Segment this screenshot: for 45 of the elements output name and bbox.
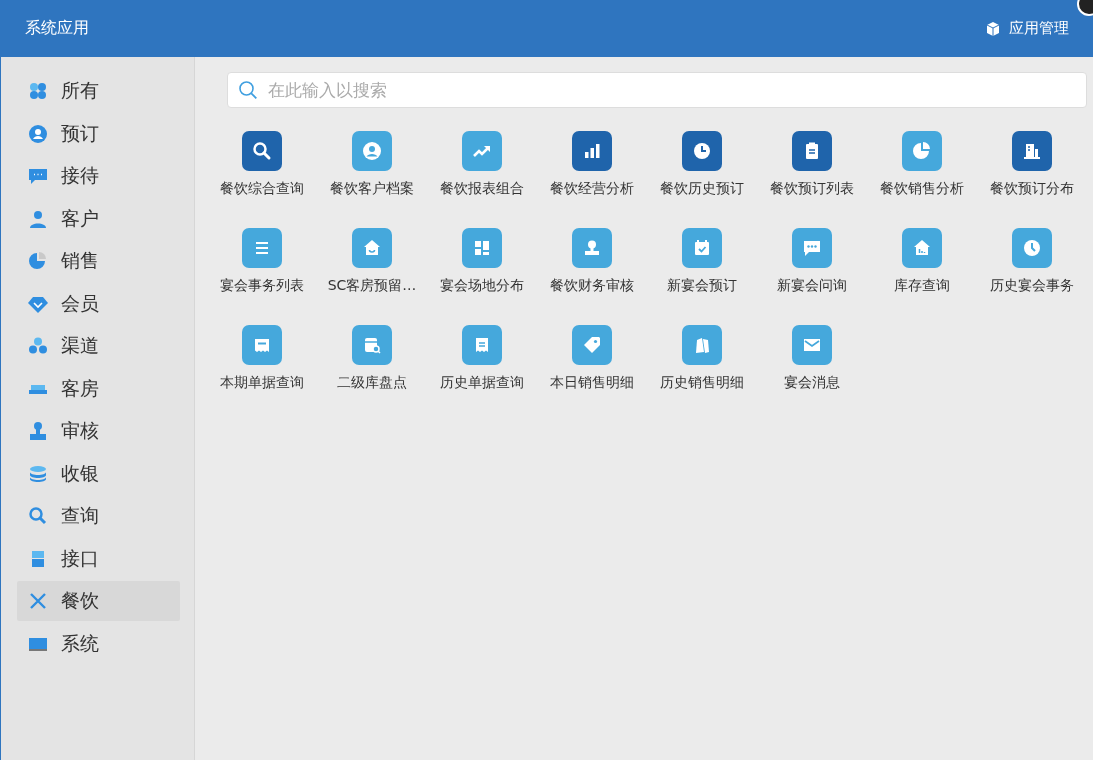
app-tile[interactable]: 餐饮客户档案 [317, 131, 427, 214]
app-tile[interactable]: 餐饮历史预订 [647, 131, 757, 214]
app-tile[interactable]: 餐饮经营分析 [537, 131, 647, 214]
person-circle-icon [27, 122, 49, 145]
sidebar-item[interactable]: 接口 [17, 538, 180, 579]
app-tile[interactable]: 餐饮财务审核 [537, 228, 647, 311]
sidebar-item[interactable]: 客房 [17, 368, 180, 409]
search-icon [27, 505, 49, 527]
app-tile[interactable]: 餐饮综合查询 [207, 131, 317, 214]
app-tile[interactable]: 餐饮预订分布 [977, 131, 1087, 214]
app-tile[interactable]: 二级库盘点 [317, 325, 427, 408]
sidebar-item[interactable]: 接待 [17, 156, 180, 196]
window-title: 系统应用 [25, 18, 89, 39]
cube-icon [985, 20, 1001, 37]
sidebar-item[interactable]: 所有 [17, 71, 180, 111]
stamp-icon [27, 420, 49, 442]
app-tile[interactable]: 新宴会问询 [757, 228, 867, 311]
app-tile[interactable]: 历史销售明细 [647, 325, 757, 408]
sidebar-item[interactable]: 查询 [17, 496, 180, 536]
app-tile[interactable]: 宴会消息 [757, 325, 867, 408]
search-field[interactable]: 在此输入以搜索 [227, 72, 1087, 108]
sidebar-item[interactable]: 会员 [17, 283, 180, 324]
sidebar-item[interactable]: 餐饮 [17, 581, 180, 621]
four-petal-icon [27, 80, 49, 102]
sidebar-item[interactable]: 预订 [17, 113, 180, 154]
sidebar-item[interactable]: 渠道 [17, 326, 180, 366]
app-tile[interactable]: 宴会事务列表 [207, 228, 317, 311]
app-tile[interactable]: 餐饮预订列表 [757, 131, 867, 214]
app-tile[interactable]: 本期单据查询 [207, 325, 317, 408]
app-tile[interactable]: SC客房预留… [317, 228, 427, 311]
app-tile[interactable]: 历史宴会事务 [977, 228, 1087, 311]
app-tile[interactable]: 新宴会预订 [647, 228, 757, 311]
app-tile[interactable]: 本日销售明细 [537, 325, 647, 408]
sidebar-item[interactable]: 客户 [17, 198, 180, 239]
sidebar-item[interactable]: 销售 [17, 241, 180, 281]
app-tile[interactable]: 餐饮报表组合 [427, 131, 537, 214]
app-tile[interactable]: 餐饮销售分析 [867, 131, 977, 214]
sidebar-item[interactable]: 系统 [17, 623, 180, 664]
app-tile[interactable]: 宴会场地分布 [427, 228, 537, 311]
app-tile[interactable]: 历史单据查询 [427, 325, 537, 408]
sidebar-item[interactable]: 审核 [17, 411, 180, 451]
app-tile[interactable]: 库存查询 [867, 228, 977, 311]
sidebar-item[interactable]: 收银 [17, 453, 180, 494]
app-management-button[interactable]: 应用管理 [985, 19, 1069, 38]
pie-chart-icon [27, 250, 49, 272]
